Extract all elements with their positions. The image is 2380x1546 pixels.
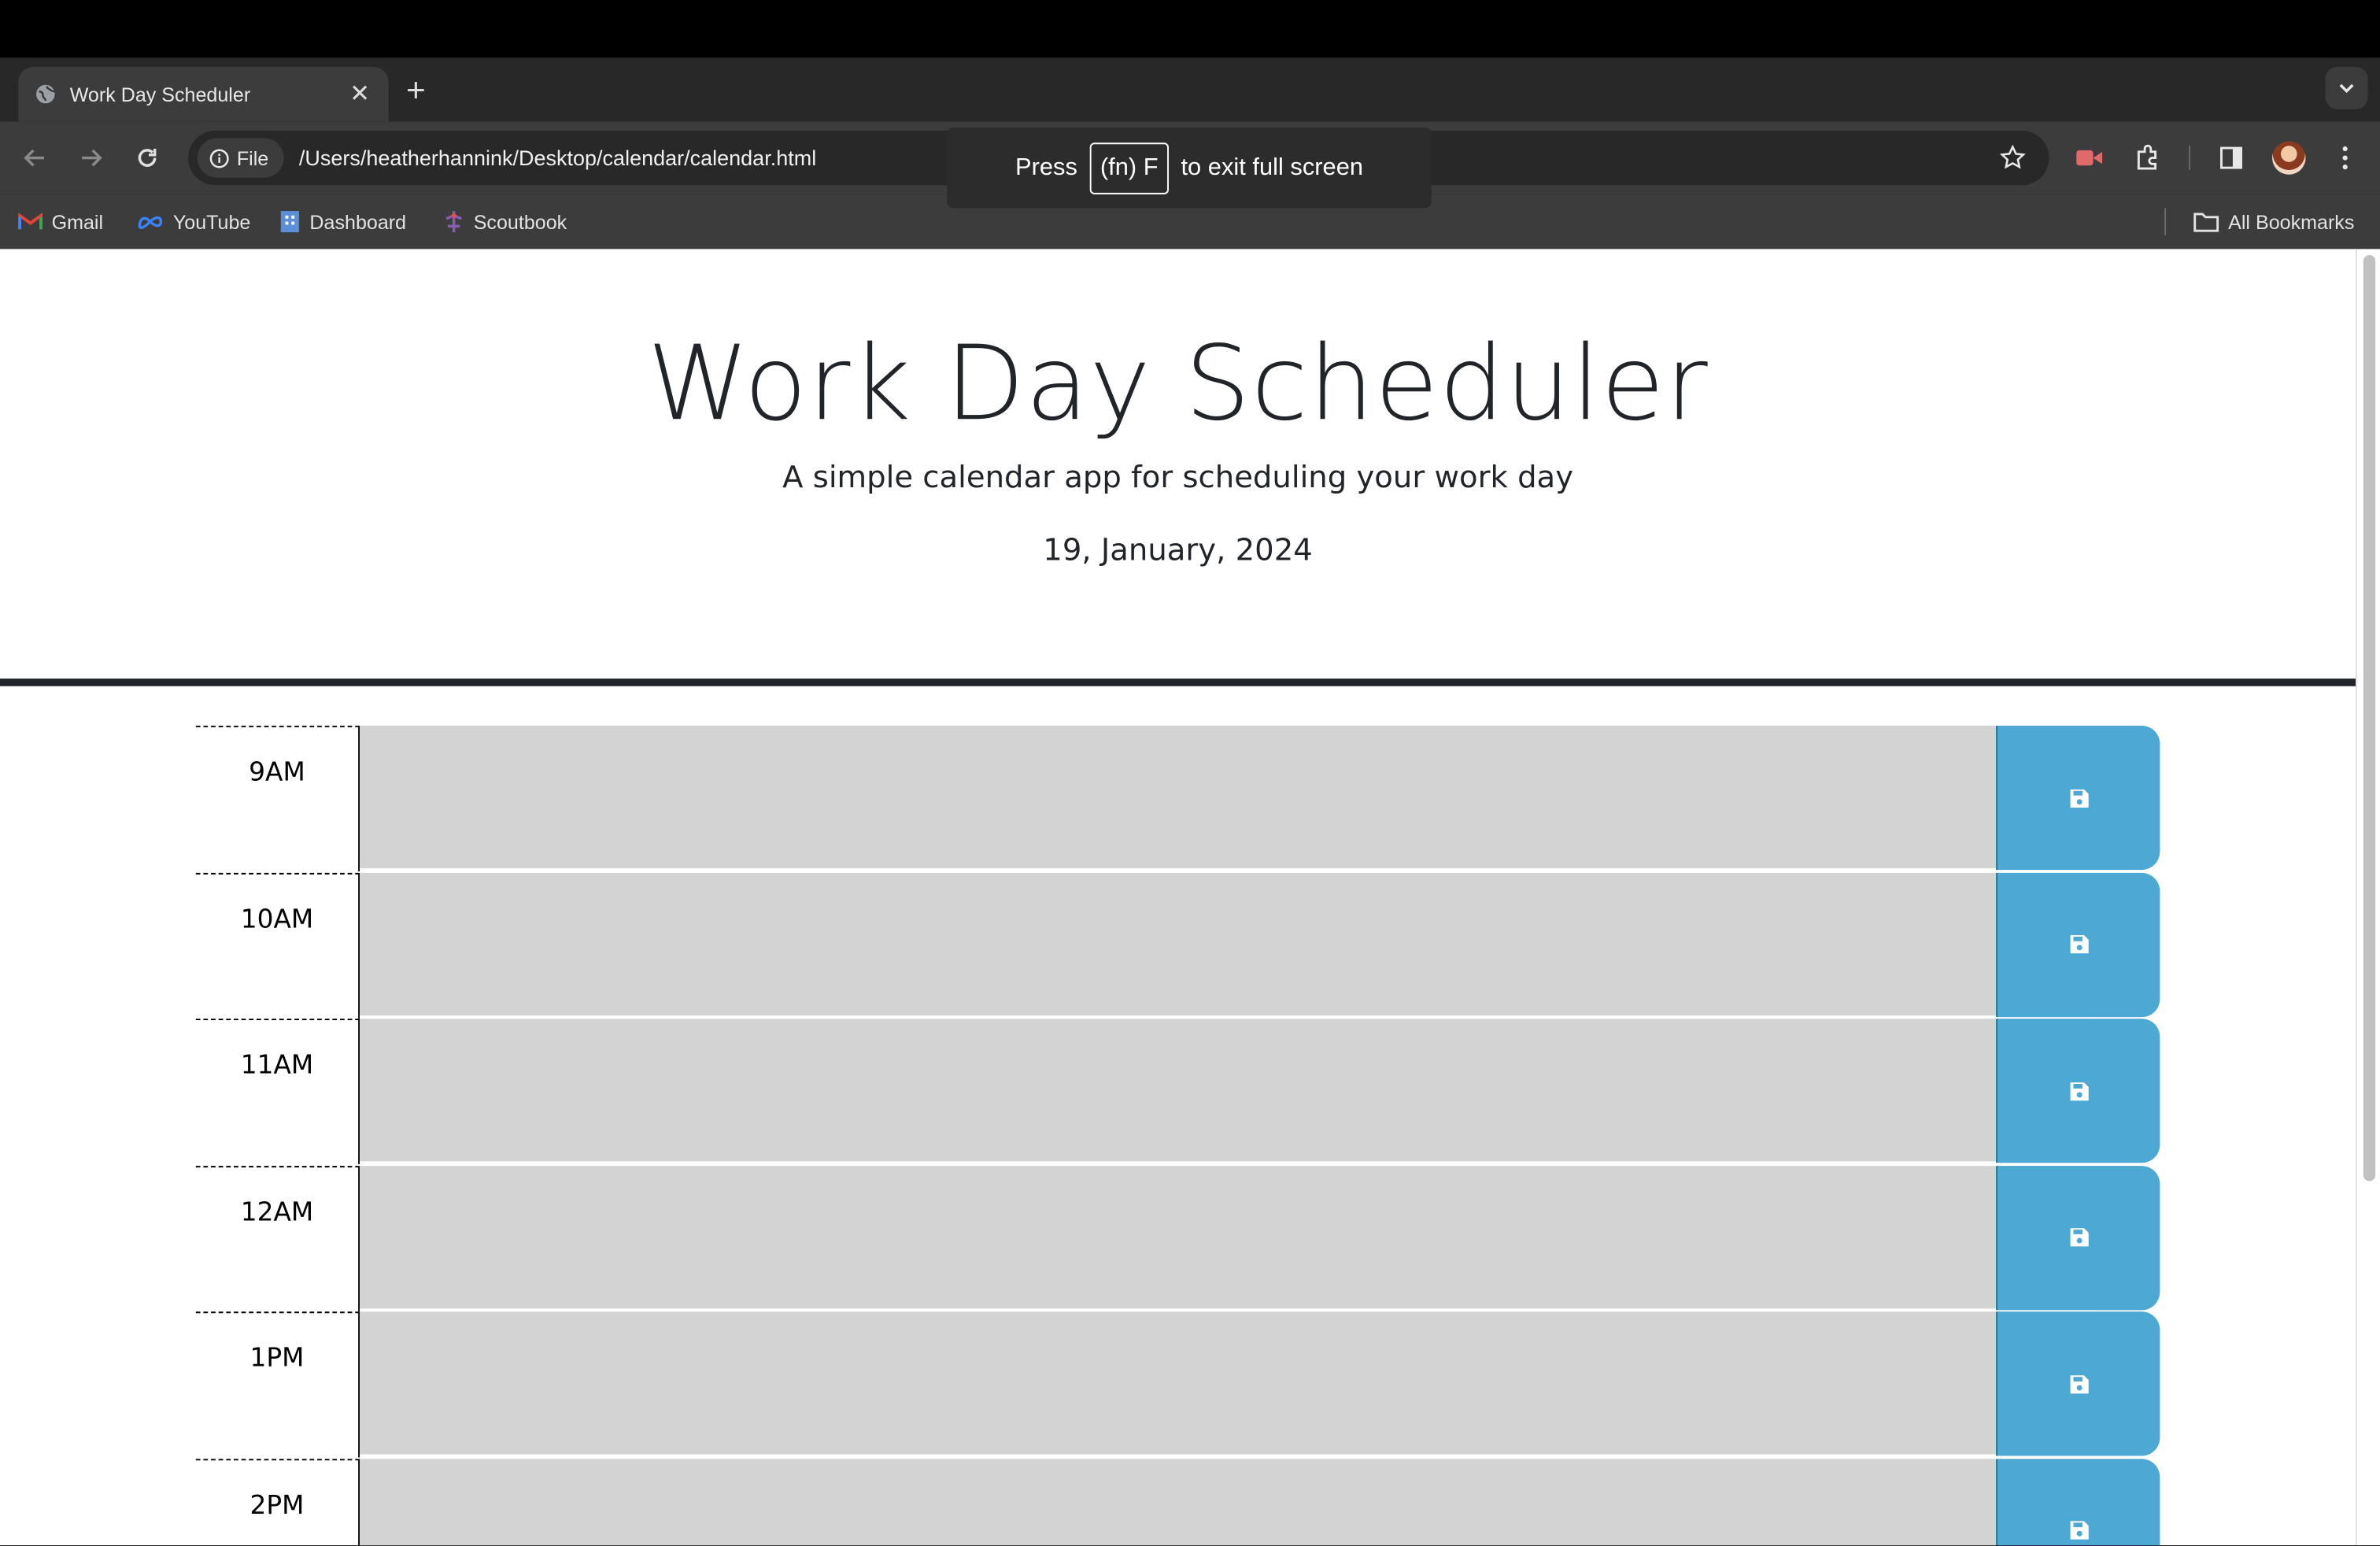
reload-icon (138, 148, 157, 167)
toolbar-divider (2188, 146, 2190, 170)
bookmark-label: YouTube (172, 210, 251, 234)
jumbotron-header: Work Day Scheduler A simple calendar app… (0, 249, 2356, 686)
current-day: 19, January, 2024 (1043, 531, 1313, 568)
scout-emblem-icon (445, 211, 462, 233)
folder-icon (2193, 213, 2219, 232)
bookmark-dashboard[interactable]: Dashboard (279, 206, 406, 237)
time-block-row: 9AM (195, 725, 2160, 872)
event-description-input[interactable] (360, 1165, 1997, 1310)
notice-text-before: Press (1015, 153, 1077, 180)
back-arrow-icon (24, 149, 44, 167)
all-bookmarks-label: All Bookmarks (2228, 210, 2355, 234)
hour-label: 10AM (195, 871, 360, 1019)
bookmarks-divider (2164, 208, 2167, 235)
side-panel-icon[interactable] (2215, 141, 2248, 174)
floppy-disk-icon (2069, 1521, 2088, 1540)
time-block-row: 12AM (195, 1165, 2160, 1311)
meta-logo-icon (138, 216, 163, 229)
time-block-row: 11AM (195, 1019, 2160, 1165)
time-block-row: 1PM (195, 1311, 2160, 1458)
site-info-label: File (236, 146, 269, 170)
floppy-disk-icon (2069, 1082, 2088, 1100)
forward-arrow-icon (82, 149, 102, 167)
profile-avatar[interactable] (2272, 141, 2306, 175)
gmail-icon (18, 213, 42, 230)
save-button[interactable] (1996, 1019, 2160, 1163)
event-description-input[interactable] (360, 871, 1997, 1017)
recorder-extension-icon[interactable] (2073, 141, 2106, 174)
close-tab-icon[interactable]: ✕ (346, 80, 374, 108)
event-description-input[interactable] (360, 1458, 1997, 1546)
save-button[interactable] (1996, 871, 2160, 1017)
save-button[interactable] (1996, 1311, 2160, 1456)
notice-key: (fn) F (1089, 142, 1170, 194)
tab-title: Work Day Scheduler (69, 83, 251, 106)
reload-button[interactable] (129, 139, 165, 176)
hour-label: 12AM (195, 1165, 360, 1311)
chevron-down-icon (2339, 83, 2354, 94)
dashboard-building-icon (280, 211, 299, 233)
event-description-input[interactable] (360, 725, 1997, 871)
save-button[interactable] (1996, 725, 2160, 871)
save-button[interactable] (1996, 1458, 2160, 1546)
event-description-input[interactable] (360, 1019, 1997, 1163)
bookmark-youtube[interactable]: YouTube (137, 206, 251, 237)
site-info-chip[interactable]: File (197, 138, 284, 178)
bookmark-label: Dashboard (309, 210, 407, 234)
hour-label: 9AM (195, 725, 360, 871)
kebab-menu-icon[interactable] (2328, 141, 2361, 174)
page-scrollbar[interactable] (2356, 249, 2380, 1546)
hour-label: 1PM (195, 1311, 360, 1458)
tab-strip: Work Day Scheduler ✕ + (0, 57, 2380, 122)
floppy-disk-icon (2069, 1374, 2088, 1393)
page-content: Work Day Scheduler A simple calendar app… (0, 249, 2356, 1546)
bookmark-label: Gmail (51, 210, 104, 234)
page-title: Work Day Scheduler (647, 324, 1709, 446)
page-subtitle: A simple calendar app for scheduling you… (782, 458, 1574, 495)
event-description-input[interactable] (360, 1311, 1997, 1456)
url-text[interactable]: /Users/heatherhannink/Desktop/calendar/c… (299, 146, 816, 170)
globe-icon (33, 82, 57, 106)
hour-label: 2PM (195, 1458, 360, 1546)
back-button[interactable] (17, 139, 53, 176)
extensions-puzzle-icon[interactable] (2131, 141, 2164, 174)
save-button[interactable] (1996, 1165, 2160, 1310)
bookmark-star-icon[interactable] (1998, 142, 2028, 173)
time-block-row: 10AM (195, 871, 2160, 1019)
floppy-disk-icon (2069, 1228, 2088, 1247)
bookmark-gmail[interactable]: Gmail (18, 206, 103, 237)
time-block-row: 2PM (195, 1458, 2160, 1546)
info-icon (209, 148, 229, 168)
scrollbar-thumb[interactable] (2363, 254, 2376, 1182)
tab-search-button[interactable] (2325, 66, 2368, 109)
forward-button[interactable] (73, 139, 109, 176)
tab-work-day-scheduler[interactable]: Work Day Scheduler ✕ (18, 66, 389, 122)
all-bookmarks-button[interactable]: All Bookmarks (2193, 206, 2355, 237)
new-tab-button[interactable]: + (397, 72, 434, 109)
hour-label: 11AM (195, 1019, 360, 1165)
bookmark-label: Scoutbook (473, 210, 567, 234)
floppy-disk-icon (2069, 934, 2088, 954)
floppy-disk-icon (2069, 788, 2088, 808)
notice-text-after: to exit full screen (1181, 153, 1364, 180)
fullscreen-exit-notice: Press (fn) F to exit full screen (947, 127, 1432, 209)
bookmark-scoutbook[interactable]: Scoutbook (443, 206, 567, 237)
time-block-list: 9AM 10AM 11AM 12AM 1PM 2PM (195, 725, 2160, 1546)
